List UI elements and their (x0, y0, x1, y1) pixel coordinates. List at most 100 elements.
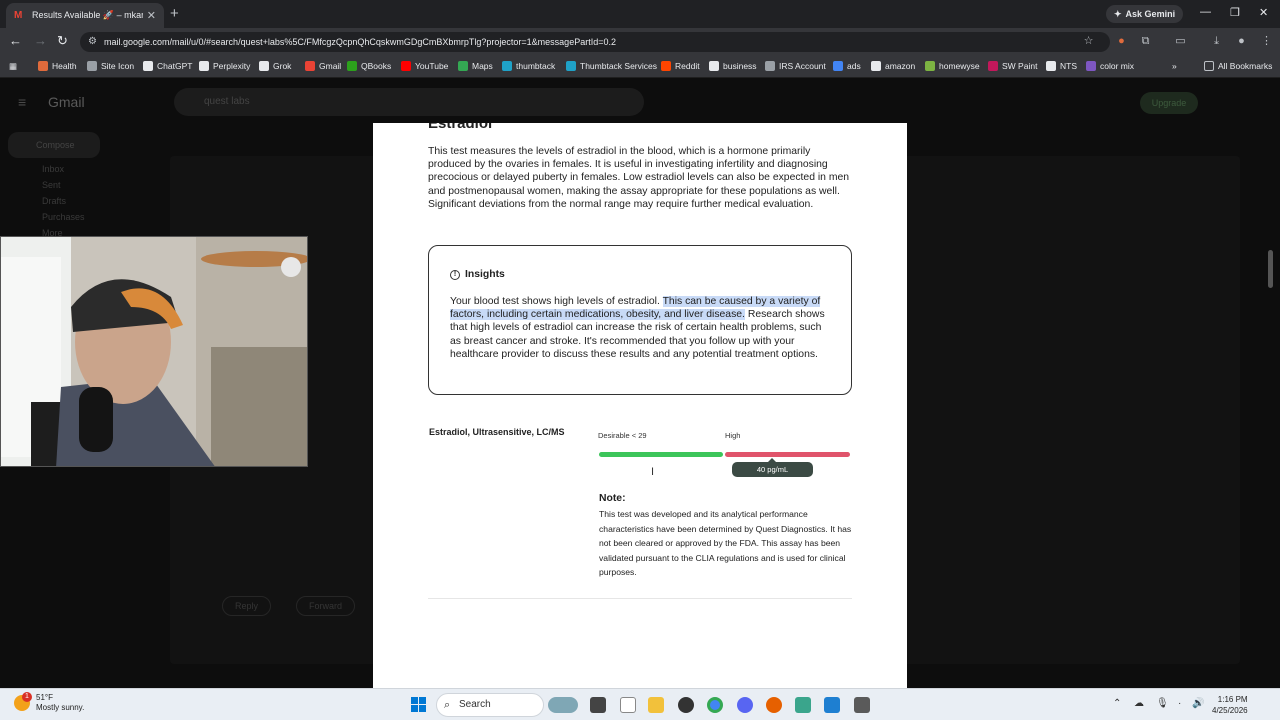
weather-badge: 1 (22, 692, 32, 702)
result-value-badge: 40 pg/mL (732, 462, 813, 477)
chrome-icon[interactable] (707, 697, 723, 713)
tab-gmail-results[interactable]: M Results Available 🚀 – mkartsu... ✕ (6, 3, 164, 28)
bookmark-label: amazon (885, 61, 916, 71)
bookmark-reddit[interactable]: Reddit (661, 61, 700, 71)
forward-arrow-icon[interactable]: → (34, 33, 47, 48)
bookmark-favicon-icon (833, 61, 843, 71)
range-high-label: High (725, 431, 741, 440)
bookmark-color-mix[interactable]: color mix (1086, 61, 1134, 71)
discord-icon[interactable] (737, 697, 753, 713)
bookmark-chatgpt[interactable]: ChatGPT (143, 61, 192, 71)
paint-icon[interactable] (824, 697, 840, 713)
gmail-nav-drafts[interactable]: Drafts (42, 196, 66, 206)
bookmark-favicon-icon (259, 61, 269, 71)
bookmark-youtube[interactable]: YouTube (401, 61, 448, 71)
range-desirable-label: Desirable < 29 (598, 431, 647, 440)
minimize-window-icon[interactable]: — (1200, 6, 1211, 18)
page-scrollbar[interactable] (1268, 250, 1273, 288)
bookmark-thumbtack-services[interactable]: Thumbtack Services (566, 61, 657, 71)
microphone-icon[interactable]: 🎙 (1156, 698, 1169, 709)
gmail-search-input[interactable]: quest labs (174, 88, 644, 116)
bookmark-label: Maps (472, 61, 493, 71)
tab-close-icon[interactable]: ✕ (147, 9, 156, 22)
upgrade-button[interactable]: Upgrade (1140, 92, 1198, 114)
bookmark-star-icon[interactable]: ☆ (1082, 35, 1095, 48)
onedrive-icon[interactable]: ☁ (1134, 698, 1144, 709)
volume-icon[interactable]: 🔊 (1192, 698, 1204, 709)
bookmark-thumbtack[interactable]: thumbtack (502, 61, 555, 71)
folder-icon (1204, 61, 1214, 71)
compose-button[interactable]: Compose (8, 132, 100, 158)
taskbar-search-box[interactable]: ⌕ Search (436, 693, 544, 717)
side-panel-icon[interactable]: ▭ (1174, 35, 1187, 48)
bookmark-favicon-icon (347, 61, 357, 71)
extensions-puzzle-icon[interactable]: ⧉ (1139, 35, 1152, 48)
bookmark-gmail[interactable]: Gmail (305, 61, 341, 71)
bookmark-favicon-icon (458, 61, 468, 71)
test-name: Estradiol, Ultrasensitive, LC/MS (429, 427, 565, 437)
network-icon[interactable]: · (1178, 698, 1181, 709)
all-bookmarks[interactable]: All Bookmarks (1204, 61, 1272, 71)
back-arrow-icon[interactable]: ← (9, 33, 22, 48)
bookmark-grok[interactable]: Grok (259, 61, 291, 71)
gmail-nav-inbox[interactable]: Inbox (42, 164, 64, 174)
bookmark-label: thumbtack (516, 61, 556, 71)
calculator-icon[interactable] (854, 697, 870, 713)
site-info-icon[interactable]: ⚙ (88, 36, 97, 47)
bookmark-irs-account[interactable]: IRS Account (765, 61, 826, 71)
firefox-icon[interactable] (766, 697, 782, 713)
gmail-nav-sent[interactable]: Sent (42, 180, 61, 190)
bookmark-label: business (723, 61, 757, 71)
ask-gemini-button[interactable]: ✦ Ask Gemini (1106, 5, 1184, 23)
main-menu-icon[interactable]: ≡ (18, 94, 26, 110)
task-view-icon[interactable] (590, 697, 606, 713)
file-explorer-icon[interactable] (648, 697, 664, 713)
report-title: Estradiol (428, 123, 493, 132)
gmail-favicon-icon: M (14, 9, 23, 21)
system-clock[interactable]: 1:16 PM 4/25/2026 (1212, 694, 1248, 716)
extension-orange-icon[interactable]: ● (1115, 35, 1128, 48)
bookmark-favicon-icon (709, 61, 719, 71)
address-bar[interactable]: ⚙ mail.google.com/mail/u/0/#search/quest… (80, 32, 1110, 52)
forward-button[interactable]: Forward (296, 596, 356, 616)
reload-icon[interactable]: ↻ (57, 33, 68, 49)
bookmark-favicon-icon (871, 61, 881, 71)
bookmark-business[interactable]: business (709, 61, 757, 71)
more-menu-icon[interactable]: ⋮ (1260, 35, 1273, 48)
app-icon[interactable] (795, 697, 811, 713)
bookmark-nts[interactable]: NTS (1046, 61, 1077, 71)
gmail-nav-purchases[interactable]: Purchases (42, 212, 85, 222)
bookmark-favicon-icon (87, 61, 97, 71)
copilot-app-icon[interactable] (548, 697, 578, 713)
close-window-icon[interactable]: ✕ (1259, 6, 1268, 19)
restore-window-icon[interactable]: ❐ (1230, 6, 1240, 19)
apps-grid-icon[interactable]: ▦ (9, 61, 17, 72)
bookmark-ads[interactable]: ads (833, 61, 861, 71)
bookmark-maps[interactable]: Maps (458, 61, 493, 71)
bookmark-amazon[interactable]: amazon (871, 61, 915, 71)
new-tab-button[interactable]: + (170, 5, 179, 22)
profile-avatar-icon[interactable]: ● (1235, 35, 1248, 48)
range-bar-high (725, 452, 850, 457)
search-icon: ⌕ (444, 699, 451, 711)
obs-icon[interactable] (678, 697, 694, 713)
reply-button[interactable]: Reply (222, 596, 272, 616)
weather-widget[interactable]: 1 51°F Mostly sunny. (14, 692, 84, 713)
bookmark-perplexity[interactable]: Perplexity (199, 61, 250, 71)
bookmarks-bar: ▦ Health Site Icon ChatGPT Perplexity Grok Gm… (0, 56, 1280, 78)
bookmark-qbooks[interactable]: QBooks (347, 61, 391, 71)
report-description: This test measures the levels of estradi… (428, 146, 850, 210)
reply-label: Reply (235, 601, 259, 611)
bookmark-sw-paint[interactable]: SW Paint (988, 61, 1037, 71)
download-icon[interactable]: ⤓ (1210, 35, 1223, 48)
bookmarks-overflow-icon[interactable]: » (1172, 61, 1177, 71)
notepad-icon[interactable] (620, 697, 636, 713)
bookmark-homewyse[interactable]: homewyse (925, 61, 980, 71)
search-label: Search (459, 699, 491, 710)
bookmark-health[interactable]: Health (38, 61, 77, 71)
windows-start-icon[interactable] (411, 697, 426, 712)
bookmark-site-icon[interactable]: Site Icon (87, 61, 134, 71)
forward-label: Forward (309, 601, 343, 611)
range-bar-desirable (599, 452, 723, 457)
tray-chevron-icon[interactable]: ⌃ (1113, 698, 1121, 709)
